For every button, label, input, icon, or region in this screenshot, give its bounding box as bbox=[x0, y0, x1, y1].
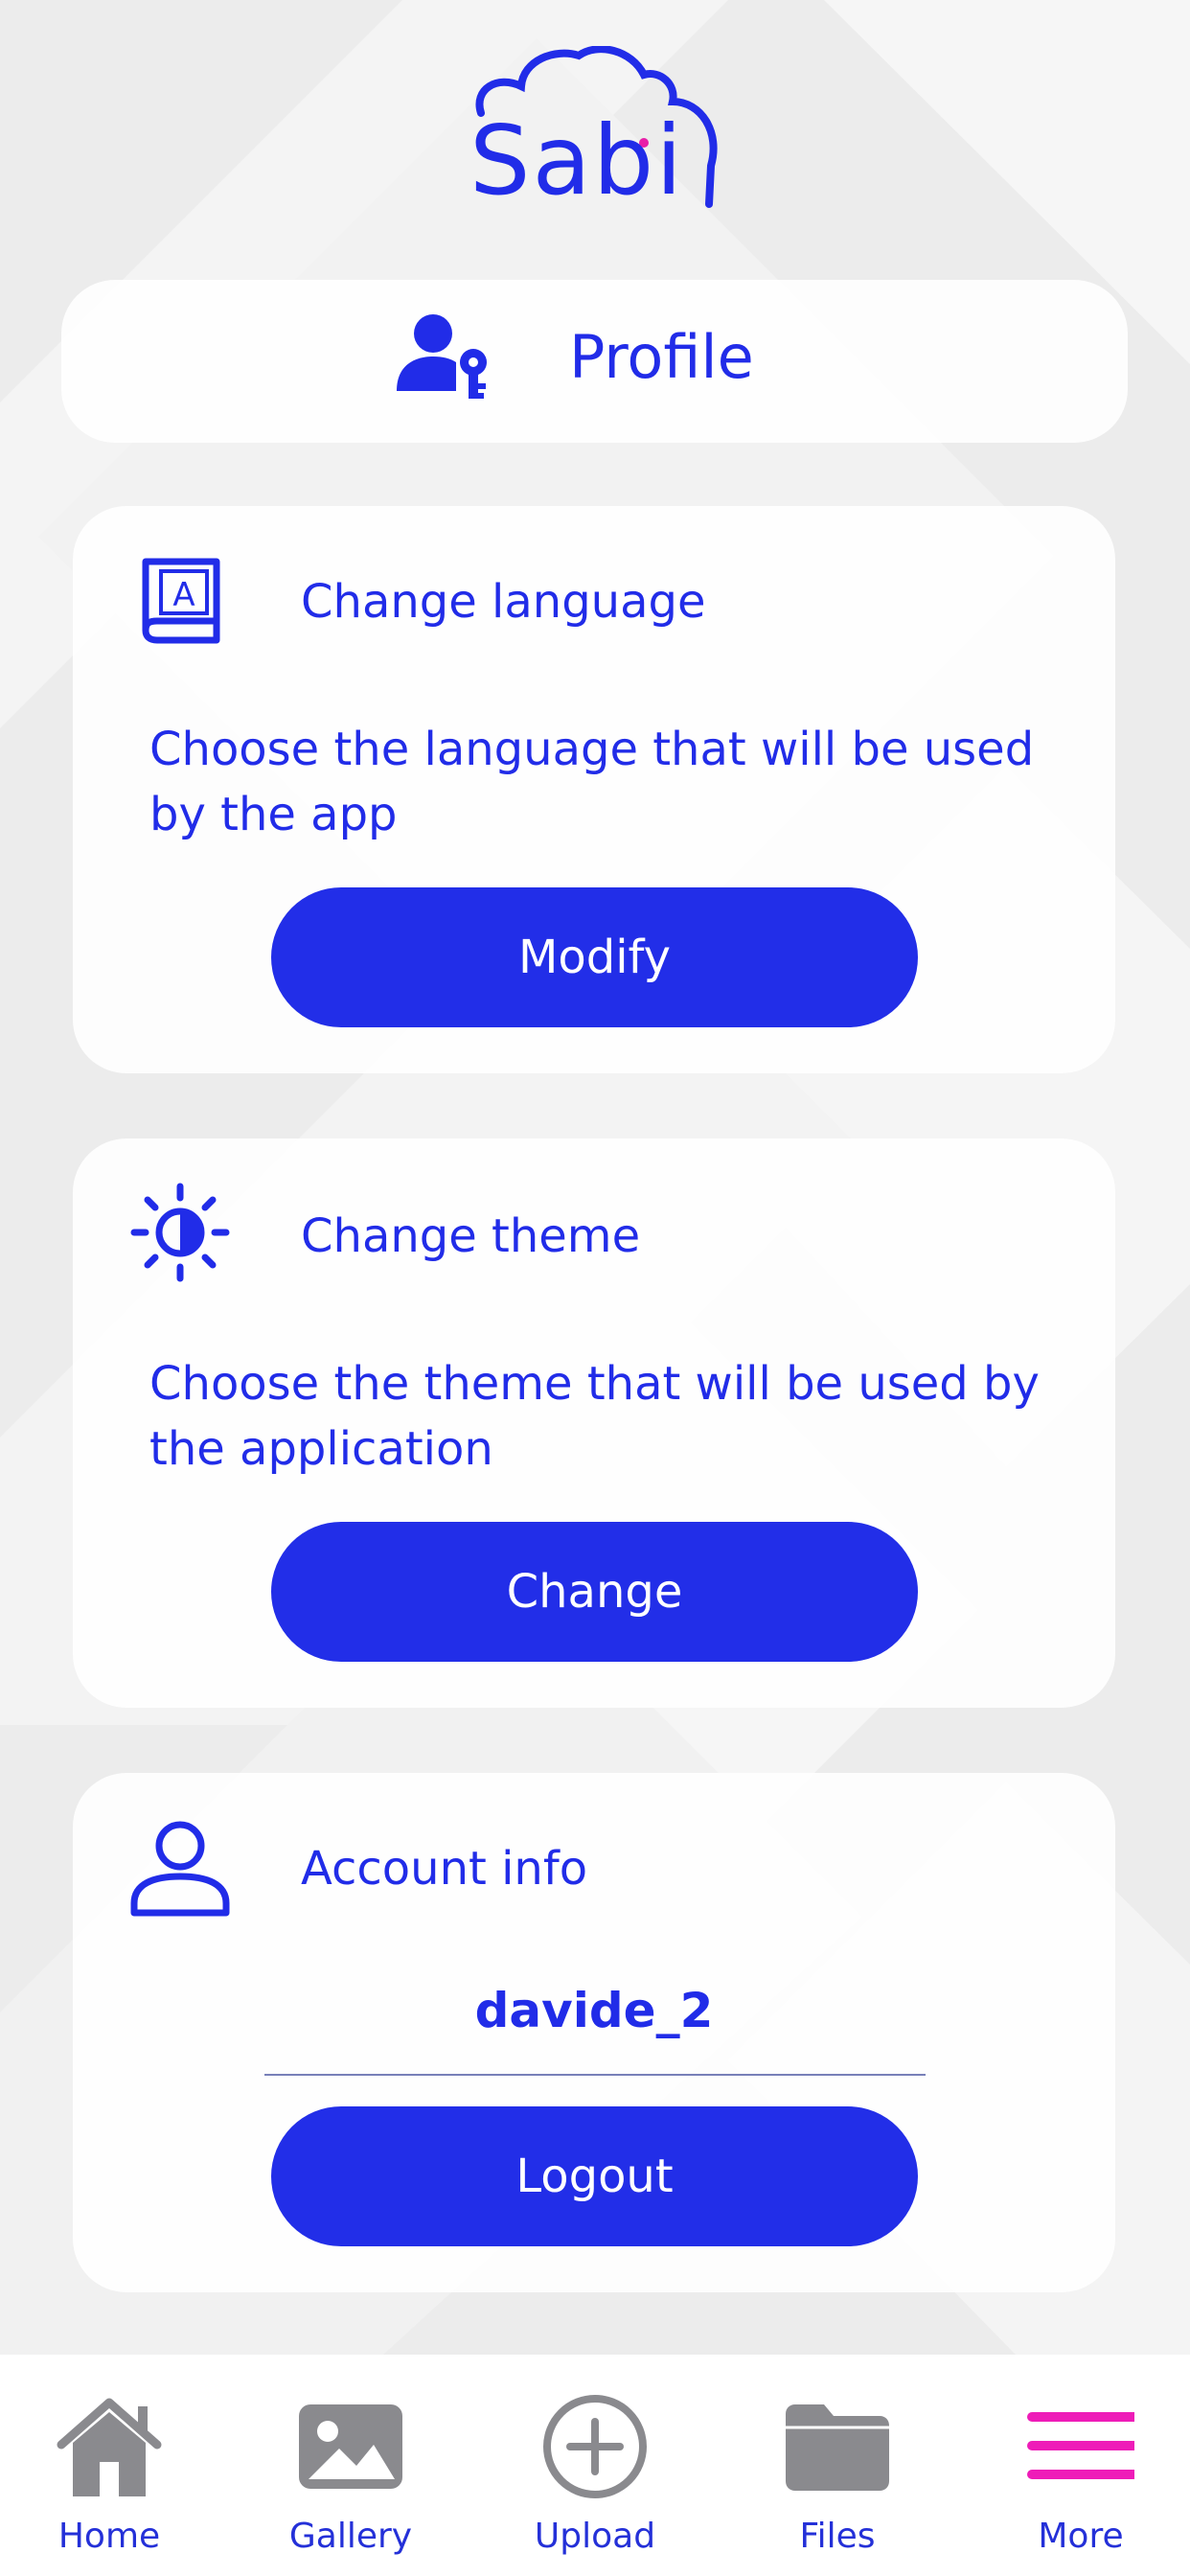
logo-text: Sabi bbox=[469, 104, 685, 217]
home-icon bbox=[57, 2398, 162, 2496]
tab-home[interactable]: Home bbox=[13, 2355, 205, 2576]
modify-language-button[interactable]: Modify bbox=[271, 887, 918, 1027]
card-title-theme: Change theme bbox=[301, 1209, 641, 1263]
logout-button[interactable]: Logout bbox=[271, 2106, 918, 2246]
user-key-icon bbox=[397, 314, 487, 399]
change-theme-button[interactable]: Change bbox=[271, 1522, 918, 1662]
image-icon bbox=[299, 2404, 402, 2489]
card-title-account: Account info bbox=[301, 1842, 588, 1896]
username-divider bbox=[264, 2074, 926, 2076]
tab-label-files: Files bbox=[799, 2517, 876, 2556]
card-description-language: Choose the language that will be used by… bbox=[149, 723, 1035, 841]
plus-circle-icon bbox=[543, 2395, 647, 2498]
tab-files[interactable]: Files bbox=[742, 2355, 933, 2576]
brightness-icon bbox=[130, 1183, 230, 1282]
username-label: davide_2 bbox=[474, 1983, 714, 2038]
tab-more[interactable]: More bbox=[985, 2355, 1177, 2576]
svg-text:A: A bbox=[172, 576, 195, 614]
tab-label-gallery: Gallery bbox=[288, 2517, 413, 2556]
card-description-theme: Choose the theme that will be used by th… bbox=[149, 1357, 1040, 1476]
tab-label-upload: Upload bbox=[534, 2517, 656, 2556]
bottom-tab-bar: Home Gallery Upload Files More bbox=[0, 2355, 1190, 2576]
tab-upload[interactable]: Upload bbox=[499, 2355, 691, 2576]
card-title-language: Change language bbox=[301, 575, 706, 629]
folder-icon bbox=[786, 2404, 889, 2491]
change-language-card: A Change language Choose the language th… bbox=[73, 506, 1115, 1073]
page-title: Profile bbox=[569, 322, 754, 392]
user-icon bbox=[130, 1821, 230, 1917]
account-info-card: Account info davide_2 Logout bbox=[73, 1773, 1115, 2292]
tab-label-more: More bbox=[1038, 2517, 1124, 2556]
tab-gallery[interactable]: Gallery bbox=[255, 2355, 446, 2576]
change-theme-card: Change theme Choose the theme that will … bbox=[73, 1138, 1115, 1708]
language-book-icon: A bbox=[142, 558, 220, 644]
menu-icon bbox=[1027, 2412, 1134, 2479]
tab-label-home: Home bbox=[57, 2517, 161, 2556]
